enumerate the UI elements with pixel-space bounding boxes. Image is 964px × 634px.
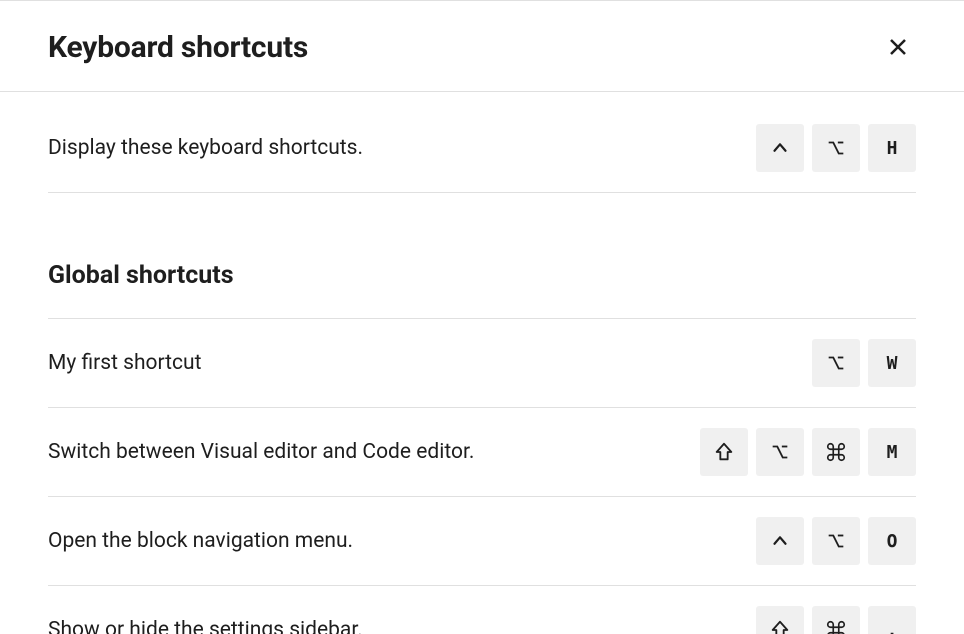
shortcut-keys: W xyxy=(812,339,916,387)
shortcut-row: My first shortcut W xyxy=(48,319,916,408)
shortcut-label: Display these keyboard shortcuts. xyxy=(48,136,363,160)
section-title: Global shortcuts xyxy=(48,205,916,319)
key-control xyxy=(756,124,804,172)
ctrl-icon xyxy=(769,137,791,159)
shortcut-label: My first shortcut xyxy=(48,351,201,375)
shortcut-section: Global shortcuts My first shortcut W Switch… xyxy=(48,193,916,634)
key-command xyxy=(812,606,860,634)
key-m: M xyxy=(868,428,916,476)
shortcut-label: Show or hide the settings sidebar. xyxy=(48,618,363,634)
key-comma: , xyxy=(868,606,916,634)
key-h: H xyxy=(868,124,916,172)
key-w: W xyxy=(868,339,916,387)
shortcut-keys: M xyxy=(700,428,916,476)
option-icon xyxy=(825,352,847,374)
shortcut-section: Display these keyboard shortcuts. H xyxy=(48,92,916,193)
shortcut-keys: O xyxy=(756,517,916,565)
key-command xyxy=(812,428,860,476)
key-shift xyxy=(756,606,804,634)
shortcut-row: Show or hide the settings sidebar., xyxy=(48,586,916,634)
key-option xyxy=(756,428,804,476)
key-control xyxy=(756,517,804,565)
shortcut-label: Open the block navigation menu. xyxy=(48,529,353,553)
shortcut-keys: H xyxy=(756,124,916,172)
modal-header: Keyboard shortcuts xyxy=(0,0,964,92)
modal-body: Display these keyboard shortcuts. H Global… xyxy=(0,92,964,634)
shortcut-row: Display these keyboard shortcuts. H xyxy=(48,104,916,193)
key-shift xyxy=(700,428,748,476)
shortcut-row: Open the block navigation menu. O xyxy=(48,497,916,586)
shortcut-label: Switch between Visual editor and Code ed… xyxy=(48,440,474,464)
shift-icon xyxy=(713,441,735,463)
shortcut-row: Switch between Visual editor and Code ed… xyxy=(48,408,916,497)
command-icon xyxy=(825,619,847,634)
key-o: O xyxy=(868,517,916,565)
option-icon xyxy=(825,137,847,159)
key-option xyxy=(812,517,860,565)
key-option xyxy=(812,124,860,172)
close-icon xyxy=(886,35,910,59)
shift-icon xyxy=(769,619,791,634)
close-button[interactable] xyxy=(880,29,916,65)
ctrl-icon xyxy=(769,530,791,552)
option-icon xyxy=(769,441,791,463)
shortcut-keys: , xyxy=(756,606,916,634)
modal-title: Keyboard shortcuts xyxy=(48,30,308,65)
key-option xyxy=(812,339,860,387)
command-icon xyxy=(825,441,847,463)
option-icon xyxy=(825,530,847,552)
keyboard-shortcuts-modal: Keyboard shortcuts Display these keyboar… xyxy=(0,0,964,634)
